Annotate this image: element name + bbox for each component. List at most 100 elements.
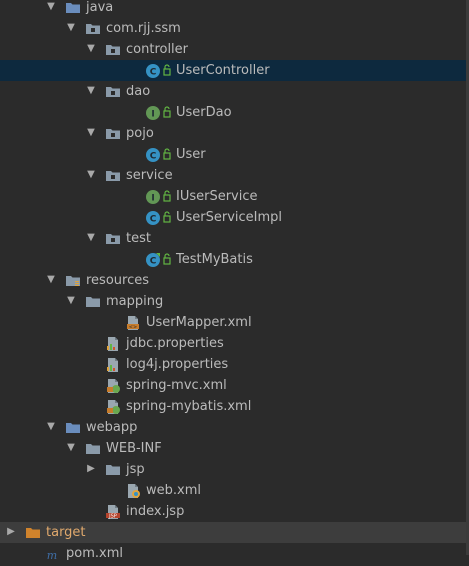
tree-item-pojo[interactable]: ▼ pojo [0,123,469,144]
folder-icon [65,420,81,436]
tree-item-index-jsp[interactable]: JSP index.jsp [0,501,469,522]
tree-item-dao[interactable]: ▼ dao [0,81,469,102]
tree-item-label: com.rjj.ssm [106,21,181,36]
tree-item-user[interactable]: C User [0,144,469,165]
tree-item-spring-mvc-xml[interactable]: spring-mvc.xml [0,375,469,396]
tree-item-iuserservice[interactable]: I IUserService [0,186,469,207]
public-visibility-icon [163,106,171,118]
tree-item-label: User [176,147,206,162]
expand-arrow-down-icon[interactable]: ▼ [85,127,97,139]
tree-item-label: target [46,525,86,540]
tree-item-userserviceimpl[interactable]: C UserServiceImpl [0,207,469,228]
tree-item-testmybatis[interactable]: C TestMyBatis [0,249,469,270]
svg-text:C: C [150,215,157,225]
svg-text:JSP: JSP [108,514,117,520]
svg-text:I: I [151,194,154,204]
tree-item-label: TestMyBatis [176,252,253,267]
tree-item-label: test [126,231,151,246]
tree-item-label: log4j.properties [126,357,229,372]
package-icon [105,84,121,100]
xml-file-icon: <> [125,315,141,331]
tree-item-jdbc-properties[interactable]: jdbc.properties [0,333,469,354]
folder-icon [65,0,81,16]
test-class-icon: C [145,252,161,268]
tree-item-pom-xml[interactable]: m pom.xml [0,543,469,564]
package-icon [105,42,121,58]
package-icon [105,126,121,142]
web-xml-icon [125,483,141,499]
tree-item-usercontroller[interactable]: C UserController [0,60,469,81]
jsp-file-icon: JSP [105,504,121,520]
svg-text:m: m [47,549,57,562]
public-visibility-icon [163,190,171,202]
maven-icon: m [45,546,61,562]
svg-text:I: I [151,110,154,120]
expand-arrow-down-icon[interactable]: ▼ [85,43,97,55]
tree-item-usermapper-xml[interactable]: <> UserMapper.xml [0,312,469,333]
tree-item-log4j-properties[interactable]: log4j.properties [0,354,469,375]
folder-icon [85,441,101,457]
class-icon: C [145,63,161,79]
tree-item-com-rjj-ssm[interactable]: ▼ com.rjj.ssm [0,18,469,39]
tree-item-label: jsp [126,462,145,477]
resources-folder-icon [65,273,81,289]
tree-item-webapp[interactable]: ▼ webapp [0,417,469,438]
interface-icon: I [145,189,161,205]
tree-item-label: web.xml [146,483,201,498]
spring-xml-icon [105,378,121,394]
tree-item-label: spring-mybatis.xml [126,399,252,414]
tree-item-label: WEB-INF [106,441,162,456]
project-tree: ▼ java ▼ com.rjj.ssm ▼ controller C UserControl… [0,0,469,562]
interface-icon: I [145,105,161,121]
svg-text:C: C [150,257,157,267]
tree-item-label: java [86,0,114,15]
expand-arrow-down-icon[interactable]: ▼ [45,421,57,433]
tree-item-label: UserDao [176,105,232,120]
public-visibility-icon [163,253,171,265]
tree-item-label: resources [86,273,150,288]
tree-item-label: index.jsp [126,504,185,519]
svg-text:C: C [150,68,157,78]
tree-item-resources[interactable]: ▼ resources [0,270,469,291]
expand-arrow-down-icon[interactable]: ▼ [65,295,77,307]
tree-item-label: spring-mvc.xml [126,378,227,393]
package-icon [105,231,121,247]
svg-text:<>: <> [129,324,137,330]
tree-item-web-xml[interactable]: web.xml [0,480,469,501]
tree-item-service[interactable]: ▼ service [0,165,469,186]
package-icon [85,21,101,37]
tree-item-label: UserMapper.xml [146,315,252,330]
tree-item-userdao[interactable]: I UserDao [0,102,469,123]
expand-arrow-down-icon[interactable]: ▼ [45,274,57,286]
expand-arrow-down-icon[interactable]: ▼ [65,22,77,34]
tree-item-target[interactable]: ▶ target [0,522,469,543]
expand-arrow-down-icon[interactable]: ▼ [85,85,97,97]
public-visibility-icon [163,148,171,160]
tree-item-mapping[interactable]: ▼ mapping [0,291,469,312]
tree-item-web-inf[interactable]: ▼ WEB-INF [0,438,469,459]
tree-item-label: jdbc.properties [126,336,224,351]
tree-item-spring-mybatis-xml[interactable]: spring-mybatis.xml [0,396,469,417]
tree-item-label: dao [126,84,151,99]
tree-item-controller[interactable]: ▼ controller [0,39,469,60]
tree-item-label: pom.xml [66,546,123,561]
svg-text:C: C [150,152,157,162]
folder-icon [25,525,41,541]
tree-item-label: service [126,168,173,183]
expand-arrow-right-icon[interactable]: ▶ [85,463,97,475]
spring-xml-icon [105,399,121,415]
tree-item-java[interactable]: ▼ java [0,0,469,18]
folder-icon [105,462,121,478]
tree-item-test[interactable]: ▼ test [0,228,469,249]
expand-arrow-down-icon[interactable]: ▼ [45,1,57,13]
tree-item-label: webapp [86,420,138,435]
tree-item-jsp[interactable]: ▶ jsp [0,459,469,480]
tree-item-label: IUserService [176,189,258,204]
class-icon: C [145,147,161,163]
public-visibility-icon [163,64,171,76]
expand-arrow-down-icon[interactable]: ▼ [85,232,97,244]
expand-arrow-down-icon[interactable]: ▼ [65,442,77,454]
tree-item-label: pojo [126,126,154,141]
expand-arrow-down-icon[interactable]: ▼ [85,169,97,181]
expand-arrow-right-icon[interactable]: ▶ [5,526,17,538]
